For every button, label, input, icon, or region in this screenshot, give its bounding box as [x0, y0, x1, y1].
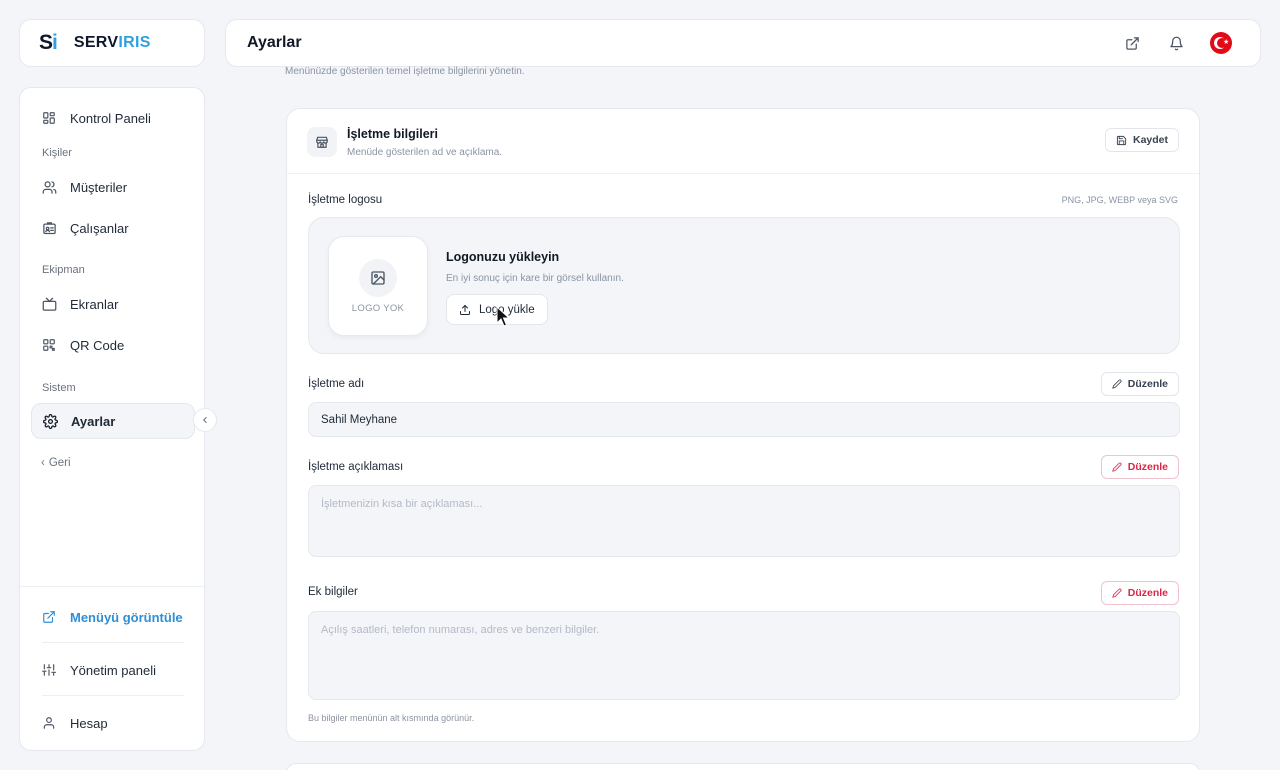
extra-info-label: Ek bilgiler — [308, 586, 358, 598]
users-icon — [41, 179, 57, 195]
sidebar-collapse-button[interactable] — [193, 408, 217, 432]
brand-logo[interactable]: Si SERVIRIS — [19, 19, 205, 67]
external-link-icon — [41, 609, 57, 625]
image-icon — [359, 259, 397, 297]
pencil-icon — [1111, 379, 1122, 389]
top-header: Ayarlar ★ — [225, 19, 1261, 67]
logo-label: İşletme logosu — [308, 194, 383, 206]
upload-title: Logonuzu yükleyin — [446, 250, 560, 264]
sidebar-item-settings[interactable]: Ayarlar — [31, 403, 195, 439]
logo-preview: LOGO YOK — [328, 236, 428, 336]
business-name-input[interactable]: Sahil Meyhane — [308, 402, 1180, 437]
gear-icon — [42, 413, 58, 429]
next-card — [286, 763, 1200, 770]
sliders-icon — [41, 662, 57, 678]
save-label: Kaydet — [1132, 134, 1168, 146]
bell-icon[interactable] — [1166, 33, 1186, 53]
section-label-system: Sistem — [42, 382, 76, 394]
sidebar-item-label: Kontrol Paneli — [70, 110, 151, 126]
sidebar: Kontrol Paneli Kişiler Müşteriler Çalışa… — [19, 87, 205, 751]
sidebar-item-label: Ekranlar — [70, 296, 119, 312]
save-icon — [1116, 135, 1127, 145]
mouse-cursor-icon — [496, 306, 510, 327]
qr-icon — [41, 337, 57, 353]
external-link-icon[interactable] — [1122, 33, 1142, 53]
sidebar-item-label: QR Code — [70, 337, 125, 353]
logo-placeholder-text: LOGO YOK — [351, 303, 405, 314]
card-header: İşletme bilgileri Menüde gösterilen ad v… — [287, 109, 1199, 174]
sidebar-item-employees[interactable]: Çalışanlar — [31, 210, 195, 246]
page-subtitle: Menünüzde gösterilen temel işletme bilgi… — [285, 66, 525, 77]
turkish-flag-icon[interactable]: ★ — [1210, 32, 1232, 54]
edit-name-button[interactable]: Düzenle — [1100, 372, 1179, 396]
name-label: İşletme adı — [308, 378, 365, 390]
sidebar-item-admin-panel[interactable]: Yönetim paneli — [31, 652, 195, 688]
edit-label: Düzenle — [1127, 378, 1168, 390]
sidebar-item-label: Çalışanlar — [70, 220, 129, 236]
back-link[interactable]: ‹ Geri — [41, 457, 71, 469]
upload-hint: En iyi sonuç için kare bir görsel kullan… — [446, 273, 624, 284]
pencil-icon — [1111, 588, 1122, 598]
divider — [42, 695, 184, 696]
extra-info-note: Bu bilgiler menünün alt kısmında görünür… — [308, 713, 475, 723]
upload-icon — [460, 304, 470, 315]
logo-upload-area: LOGO YOK Logonuzu yükleyin En iyi sonuç … — [308, 217, 1180, 354]
business-info-card: İşletme bilgileri Menüde gösterilen ad v… — [286, 108, 1200, 742]
sidebar-item-label: Müşteriler — [70, 179, 128, 195]
brand-mark: Si — [39, 31, 58, 54]
section-label-people: Kişiler — [42, 147, 72, 159]
sidebar-item-customers[interactable]: Müşteriler — [31, 169, 195, 205]
page-title: Ayarlar — [247, 34, 302, 51]
user-icon — [41, 715, 57, 731]
edit-description-button[interactable]: Düzenle — [1100, 455, 1179, 479]
sidebar-item-dashboard[interactable]: Kontrol Paneli — [31, 100, 195, 136]
dashboard-icon — [41, 110, 57, 126]
sidebar-item-view-menu[interactable]: Menüyü görüntüle — [31, 599, 195, 635]
logo-formats-hint: PNG, JPG, WEBP veya SVG — [1061, 195, 1178, 205]
description-label: İşletme açıklaması — [308, 461, 404, 473]
section-label-equipment: Ekipman — [42, 264, 85, 276]
sidebar-item-label: Ayarlar — [71, 413, 116, 429]
pencil-icon — [1111, 462, 1122, 472]
sidebar-item-label: Yönetim paneli — [70, 662, 156, 678]
edit-label: Düzenle — [1127, 587, 1168, 599]
chevron-left-icon — [203, 416, 207, 424]
edit-label: Düzenle — [1127, 461, 1168, 473]
id-badge-icon — [41, 220, 57, 236]
sidebar-item-screens[interactable]: Ekranlar — [31, 286, 195, 322]
sidebar-item-account[interactable]: Hesap — [31, 705, 195, 741]
store-icon — [307, 127, 337, 157]
chevron-left-icon: ‹ — [41, 457, 45, 469]
tv-icon — [41, 296, 57, 312]
brand-name: SERVIRIS — [73, 34, 151, 51]
card-subtitle: Menüde gösterilen ad ve açıklama. — [347, 147, 503, 158]
divider — [42, 642, 184, 643]
sidebar-item-label: Menüyü görüntüle — [70, 609, 183, 625]
sidebar-item-qr-code[interactable]: QR Code — [31, 327, 195, 363]
extra-info-textarea[interactable]: Açılış saatleri, telefon numarası, adres… — [308, 611, 1180, 700]
sidebar-item-label: Hesap — [70, 715, 108, 731]
save-button[interactable]: Kaydet — [1104, 128, 1179, 152]
back-label: Geri — [48, 457, 71, 469]
card-title: İşletme bilgileri — [347, 127, 439, 141]
business-description-textarea[interactable]: İşletmenizin kısa bir açıklaması... — [308, 485, 1180, 557]
edit-extra-info-button[interactable]: Düzenle — [1100, 581, 1179, 605]
divider — [20, 586, 204, 587]
